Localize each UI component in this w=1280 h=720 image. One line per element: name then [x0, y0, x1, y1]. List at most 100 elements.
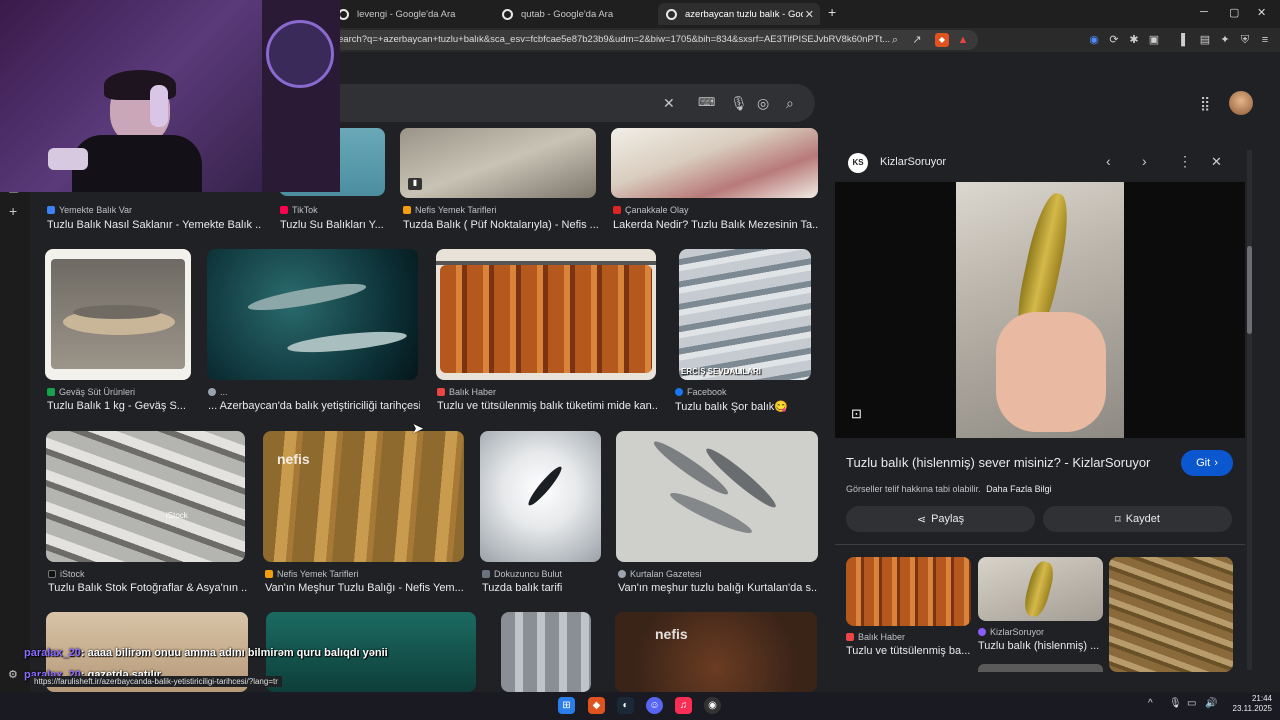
result-image[interactable]: ▮: [400, 128, 596, 198]
site-icon: [265, 570, 273, 578]
previous-icon[interactable]: ‹: [1106, 153, 1111, 169]
result-image[interactable]: [45, 249, 191, 380]
brave-rewards-icon[interactable]: ▲: [956, 33, 970, 47]
menu-icon[interactable]: ≡: [1258, 33, 1272, 47]
result-image[interactable]: [616, 431, 818, 562]
related-title[interactable]: Tuzlu ve tütsülenmiş ba...: [846, 645, 971, 657]
result-title[interactable]: Van'ın Meşhur Tuzlu Balığı - Nefis Yem..…: [265, 582, 465, 594]
result-source: Nefis Yemek Tarifleri: [265, 569, 358, 579]
panel-title[interactable]: Tuzlu balık (hislenmiş) sever misiniz? -…: [846, 455, 1176, 470]
tab-qutab[interactable]: qutab - Google'da Ara: [494, 3, 652, 25]
chevron-right-icon: ›: [1214, 457, 1218, 469]
visual-search-icon[interactable]: ⊡: [851, 406, 862, 422]
result-title[interactable]: Tuzda balık tarifi: [482, 582, 602, 594]
source-name: Dokuzuncu Bulut: [494, 569, 563, 579]
display-tray-icon[interactable]: ▭: [1187, 698, 1196, 709]
tab-azerbaycan[interactable]: azerbaycan tuzlu balık - Google ✕: [658, 3, 820, 25]
mic-tray-icon[interactable]: 🎙: [1169, 698, 1182, 709]
steam-icon[interactable]: ◐: [617, 697, 634, 714]
related-image[interactable]: [846, 557, 971, 626]
related-image[interactable]: [1109, 557, 1233, 672]
more-info-link[interactable]: Daha Fazla Bilgi: [986, 484, 1052, 494]
clock[interactable]: 21:44 23.11.2025: [1228, 694, 1272, 714]
clear-search-icon[interactable]: ✕: [663, 95, 675, 112]
result-title[interactable]: Tuzlu ve tütsülenmiş balık tüketimi mide…: [437, 400, 657, 412]
close-window-icon[interactable]: ✕: [1257, 6, 1266, 19]
preview-image[interactable]: ⊡: [835, 182, 1245, 438]
zoom-icon[interactable]: ⌕: [888, 33, 902, 47]
site-icon: [613, 206, 621, 214]
result-title[interactable]: Tuzlu balık Şor balık😋: [675, 400, 815, 413]
share-button[interactable]: ⋖ Paylaş: [846, 506, 1035, 532]
obs-icon[interactable]: ◉: [704, 697, 721, 714]
discord-icon[interactable]: ☺: [646, 697, 663, 714]
close-tab-icon[interactable]: ✕: [805, 8, 814, 21]
panel-site-name[interactable]: KizlarSoruyor: [880, 156, 946, 168]
source-name: TikTok: [292, 205, 318, 215]
result-image[interactable]: [436, 249, 656, 380]
related-image[interactable]: [978, 557, 1103, 621]
new-tab-icon[interactable]: +: [828, 4, 836, 20]
result-image[interactable]: nefis: [615, 612, 817, 692]
close-panel-icon[interactable]: ✕: [1211, 154, 1222, 170]
brave-shield-icon[interactable]: ◆: [935, 33, 949, 47]
related-title[interactable]: Tuzlu balık (hislenmiş) ...: [978, 640, 1103, 652]
add-panel-icon[interactable]: +: [9, 203, 17, 219]
volume-icon[interactable]: 🔊: [1205, 698, 1217, 709]
audio-playing-icon[interactable]: ◉: [1087, 33, 1101, 47]
wallet-icon[interactable]: ▣: [1147, 33, 1161, 47]
result-image[interactable]: iStock: [46, 431, 245, 562]
search-icon[interactable]: ⌕: [786, 95, 794, 112]
tray-overflow-icon[interactable]: ^: [1148, 698, 1153, 709]
image-watermark: nefis: [277, 451, 310, 467]
result-image[interactable]: [501, 612, 591, 692]
result-image[interactable]: nefis: [263, 431, 464, 562]
minimize-icon[interactable]: ─: [1200, 6, 1208, 18]
start-icon[interactable]: ⊞: [558, 697, 575, 714]
keyboard-icon[interactable]: ⌨: [698, 95, 715, 109]
tab-levengi[interactable]: levengi - Google'da Ara: [330, 3, 488, 25]
result-title[interactable]: Van'ın meşhur tuzlu balığı Kurtalan'da s…: [618, 582, 818, 594]
avatar[interactable]: [1229, 91, 1253, 115]
result-source: Çanakkale Olay: [613, 205, 689, 215]
result-title[interactable]: Tuzlu Balık Nasıl Saklanır - Yemekte Bal…: [47, 219, 262, 231]
result-title[interactable]: Tuzlu Balık Stok Fotoğraflar & Asya'nın …: [48, 582, 248, 594]
related-image[interactable]: [978, 664, 1103, 672]
reading-list-icon[interactable]: ▤: [1198, 33, 1212, 47]
extensions-icon[interactable]: ✱: [1127, 33, 1141, 47]
address-bar[interactable]: earch?q=+azerbaycan+tuzlu+balık&sca_esv=…: [330, 30, 978, 50]
scrollbar-track[interactable]: [1247, 150, 1252, 670]
more-options-icon[interactable]: ⋮: [1178, 153, 1192, 170]
result-title[interactable]: Lakerda Nedir? Tuzlu Balık Mezesinin Ta.…: [613, 219, 818, 231]
next-icon[interactable]: ›: [1142, 153, 1147, 169]
lens-icon[interactable]: ◎: [757, 95, 769, 112]
result-source: Geväş Süt Ürünleri: [47, 387, 135, 397]
sync-icon[interactable]: ⟳: [1107, 33, 1121, 47]
result-image[interactable]: ERCİŞ SEVDALILARI: [679, 249, 811, 380]
result-image[interactable]: [611, 128, 818, 198]
brave-icon[interactable]: ◆: [588, 697, 605, 714]
settings-icon[interactable]: ⚙: [8, 668, 18, 681]
leo-ai-icon[interactable]: ✦: [1218, 33, 1232, 47]
site-logo: KS: [848, 153, 868, 173]
streamer-shirt: [72, 135, 202, 192]
result-title[interactable]: Tuzlu Balık 1 kg - Geväş S...: [47, 400, 187, 412]
chat-username: paralax_20: [24, 647, 81, 659]
result-image[interactable]: [207, 249, 418, 380]
sidebar-icon[interactable]: ▌: [1178, 33, 1192, 47]
maximize-icon[interactable]: ▢: [1229, 6, 1239, 19]
scrollbar-thumb[interactable]: [1247, 246, 1252, 334]
apps-grid-icon[interactable]: ⣿: [1200, 95, 1210, 112]
result-title[interactable]: ... Azerbaycan'da balık yetiştiriciliği …: [208, 400, 420, 412]
visit-button[interactable]: Git ›: [1181, 450, 1233, 476]
result-source: Dokuzuncu Bulut: [482, 569, 562, 579]
share-icon[interactable]: ↗: [910, 33, 924, 47]
microphone-icon[interactable]: 🎙: [730, 95, 748, 112]
vpn-icon[interactable]: ⛨: [1238, 33, 1252, 47]
music-icon[interactable]: ♫: [675, 697, 692, 714]
save-button[interactable]: ⌑ Kaydet: [1043, 506, 1232, 532]
result-title[interactable]: Tuzda Balık ( Püf Noktalarıyla) - Nefis …: [403, 219, 598, 231]
result-title[interactable]: Tuzlu Su Balıkları Y...: [280, 219, 388, 231]
result-image[interactable]: [480, 431, 601, 562]
site-icon: [208, 388, 216, 396]
